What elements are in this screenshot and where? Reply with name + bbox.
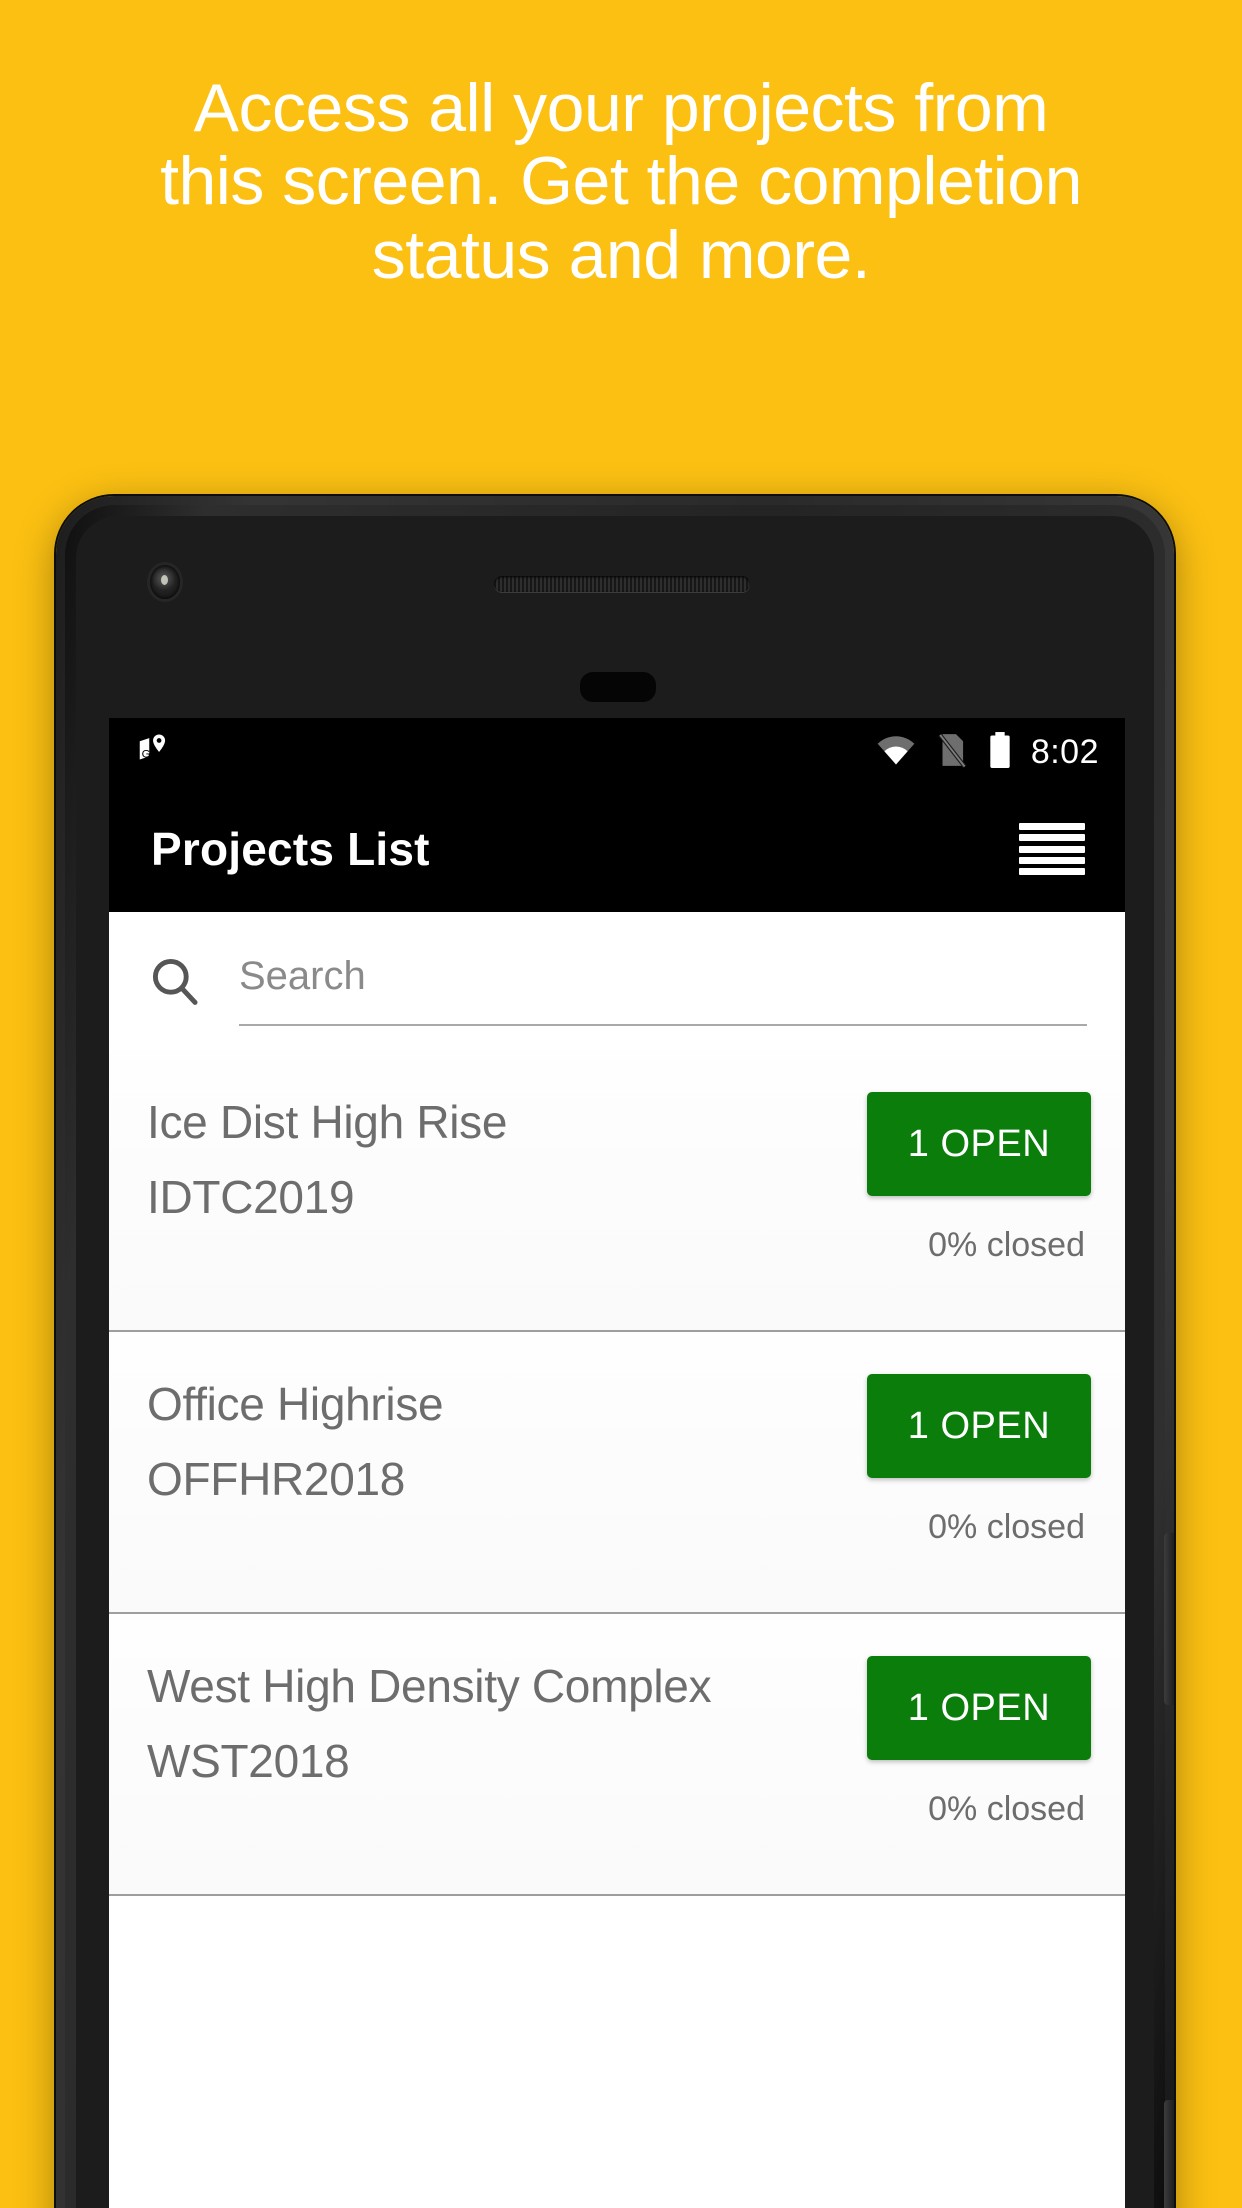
project-info: West High Density Complex WST2018 (147, 1644, 791, 1884)
svg-text:G: G (142, 748, 151, 760)
page-title: Projects List (151, 823, 430, 875)
promo-line-3: status and more. (371, 216, 871, 293)
proximity-sensor-icon (580, 672, 656, 702)
project-status: 1 OPEN 0% closed (791, 1080, 1091, 1320)
table-row[interactable]: Ice Dist High Rise IDTC2019 1 OPEN 0% cl… (109, 1050, 1125, 1332)
project-name: Office Highrise (147, 1378, 444, 1430)
volume-button[interactable] (1164, 2100, 1174, 2208)
hamburger-line (1019, 834, 1085, 842)
earpiece-speaker-icon (494, 576, 750, 592)
power-button[interactable] (1164, 1533, 1174, 1705)
status-bar: G 8:02 (109, 718, 1125, 786)
front-camera-icon (150, 565, 180, 599)
promo-line-2: this screen. Get the completion (160, 143, 1082, 220)
project-info: Office Highrise OFFHR2018 (147, 1362, 791, 1602)
project-name: West High Density Complex (147, 1660, 712, 1712)
status-badge[interactable]: 1 OPEN (867, 1092, 1091, 1196)
project-name: Ice Dist High Rise (147, 1096, 508, 1148)
closed-percentage: 0% closed (928, 1508, 1085, 1546)
status-bar-left: G (135, 731, 173, 774)
wifi-icon (875, 733, 917, 772)
status-badge[interactable]: 1 OPEN (867, 1656, 1091, 1760)
maps-location-icon: G (135, 731, 173, 774)
closed-percentage: 0% closed (928, 1790, 1085, 1828)
project-code: IDTC2019 (147, 1170, 355, 1223)
project-status: 1 OPEN 0% closed (791, 1644, 1091, 1884)
table-row[interactable]: Office Highrise OFFHR2018 1 OPEN 0% clos… (109, 1332, 1125, 1614)
no-sim-icon (935, 731, 969, 774)
phone-screen: G 8:02 Projects List Search Ice Dist Hig… (109, 718, 1125, 2208)
status-bar-clock: 8:02 (1030, 732, 1099, 771)
list-empty-area (109, 1896, 1125, 2196)
status-bar-right: 8:02 (875, 731, 1099, 774)
hamburger-line (1019, 823, 1085, 830)
table-row[interactable]: West High Density Complex WST2018 1 OPEN… (109, 1614, 1125, 1896)
status-badge[interactable]: 1 OPEN (867, 1374, 1091, 1478)
promo-line-1: Access all your projects from (193, 70, 1049, 146)
search-input[interactable] (239, 936, 1087, 1026)
battery-icon (987, 731, 1013, 774)
promo-headline: Access all your projects from this scree… (0, 70, 1242, 293)
hamburger-line (1019, 856, 1085, 864)
project-code: WST2018 (147, 1734, 350, 1787)
search-icon (147, 953, 203, 1009)
project-status: 1 OPEN 0% closed (791, 1362, 1091, 1602)
projects-list: Ice Dist High Rise IDTC2019 1 OPEN 0% cl… (109, 1050, 1125, 2196)
closed-percentage: 0% closed (928, 1226, 1085, 1264)
project-info: Ice Dist High Rise IDTC2019 (147, 1080, 791, 1320)
hamburger-line (1019, 868, 1085, 875)
search-bar (109, 912, 1125, 1050)
app-bar: Projects List (109, 786, 1125, 912)
project-code: OFFHR2018 (147, 1452, 406, 1505)
hamburger-line (1019, 845, 1085, 853)
hamburger-menu-icon[interactable] (1019, 823, 1085, 875)
